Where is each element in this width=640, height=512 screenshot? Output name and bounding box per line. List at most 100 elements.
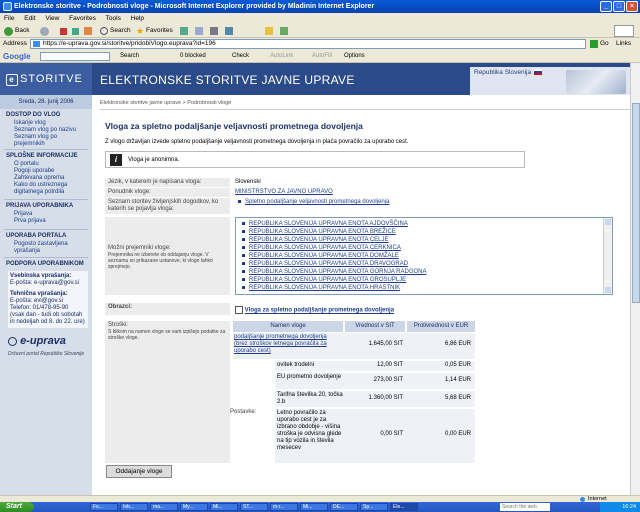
sidebar-item-first-login[interactable]: Prva prijava xyxy=(14,218,46,225)
search-icon[interactable] xyxy=(100,27,108,35)
col-header-eur: Protivrednost v EUR xyxy=(407,321,475,332)
menu-edit[interactable]: Edit xyxy=(24,15,35,22)
edit-icon[interactable] xyxy=(225,27,233,35)
mail-icon[interactable] xyxy=(195,27,203,35)
slovenia-flag-icon xyxy=(534,69,543,76)
anonymous-notice-text: Vloga je anonimna. xyxy=(128,157,180,163)
recipients-note: Prejemnika ne izberete ob oddajanju vlog… xyxy=(108,252,213,270)
minimize-button[interactable]: _ xyxy=(600,1,612,12)
sidebar-item-search[interactable]: Iskanje vlog xyxy=(14,120,46,127)
fees-label: Postavke: xyxy=(230,409,257,415)
favorites-button[interactable]: Favorites xyxy=(146,24,173,38)
menu-help[interactable]: Help xyxy=(131,15,144,22)
scroll-thumb[interactable] xyxy=(632,103,640,303)
back-arrow-icon[interactable] xyxy=(4,27,13,36)
print-icon[interactable] xyxy=(210,27,218,35)
taskbar-item[interactable]: My... xyxy=(180,503,208,511)
address-url: https://e-uprava.gov.si/storitve/pridobi… xyxy=(43,40,216,47)
page-intro: Z vlogo državljan izvede spletno podaljš… xyxy=(105,139,409,145)
page-scrollbar[interactable] xyxy=(630,63,640,495)
taskbar-item-active[interactable]: Ele... xyxy=(390,503,418,511)
folder-icon[interactable] xyxy=(265,27,273,35)
maximize-button[interactable]: □ xyxy=(613,1,625,12)
popup-blocked-count[interactable]: 0 blocked xyxy=(180,50,206,63)
cost-row-eur: 5,68 EUR xyxy=(444,395,471,401)
sidebar-item-login[interactable]: Prijava xyxy=(14,211,32,218)
start-button[interactable]: Start xyxy=(0,502,34,512)
sidebar-item-faq[interactable]: Pogosto zastavljena vprašanja xyxy=(14,241,84,255)
sidebar-item-by-recipient[interactable]: Seznam vlog po prejemnikih xyxy=(14,134,84,148)
autofill-button[interactable]: AutoFill xyxy=(312,50,332,63)
sidebar-divider xyxy=(4,257,88,258)
go-arrow-icon[interactable] xyxy=(590,40,598,48)
cost-row-purpose[interactable]: podaljšanje prometnega dovoljenja (brez … xyxy=(234,334,342,355)
sidebar-item-about[interactable]: O portalu xyxy=(14,161,39,168)
life-event-link[interactable]: Spletno podaljšanje veljavnosti prometne… xyxy=(245,199,389,205)
sidebar-heading-info: SPLOŠNE INFORMACIJE xyxy=(6,153,78,159)
recipient-item: REPUBLIKA SLOVENIJA UPRAVNA ENOTA GROSUP… xyxy=(242,277,406,283)
recipient-item: REPUBLIKA SLOVENIJA UPRAVNA ENOTA CELJE xyxy=(242,237,389,243)
home-icon[interactable] xyxy=(84,27,92,35)
anonymous-notice: i Vloga je anonimna. xyxy=(105,151,525,168)
history-icon[interactable] xyxy=(180,27,188,35)
bullet-icon xyxy=(242,229,245,233)
taskbar-item[interactable]: Fo... xyxy=(90,503,118,511)
options-button[interactable]: Options xyxy=(344,50,365,63)
address-input[interactable]: https://e-uprava.gov.si/storitve/pridobi… xyxy=(30,39,586,49)
sidebar-item-equipment[interactable]: Zahtevana oprema xyxy=(14,175,64,182)
favorites-star-icon[interactable]: ★ xyxy=(136,24,144,38)
toolbar: Back Search ★ Favorites xyxy=(0,24,640,38)
sidebar-item-certificate[interactable]: Kako do ustreznega digitalnega potrdila xyxy=(14,182,88,196)
google-search-button[interactable]: Search xyxy=(120,50,139,63)
forward-arrow-icon[interactable] xyxy=(40,27,49,36)
form-link[interactable]: Vloga za spletno podaljšanje prometnega … xyxy=(245,308,394,314)
taskbar-item[interactable]: Inb... xyxy=(120,503,148,511)
taskbar-item[interactable]: Mi... xyxy=(210,503,238,511)
provider-link[interactable]: MINISTRSTVO ZA JAVNO UPRAVO xyxy=(235,189,333,195)
scroll-down-icon[interactable] xyxy=(605,287,611,293)
support-general-mail[interactable]: E-pošta: e-uprava@gov.si xyxy=(10,280,86,287)
bullet-icon xyxy=(242,277,245,281)
cost-row-name: EU prometno dovoljenje xyxy=(277,374,342,380)
taskbar-item[interactable]: Mi... xyxy=(300,503,328,511)
recipients-scrollbar[interactable] xyxy=(603,218,612,294)
stop-icon[interactable] xyxy=(60,28,67,35)
breadcrumb[interactable]: Elektronske storitve javne uprave > Podr… xyxy=(100,100,231,106)
window-titlebar: Elektronske storitve - Podrobnosti vloge… xyxy=(0,0,640,13)
sidebar-divider xyxy=(4,149,88,150)
taskbar-item[interactable]: Sp... xyxy=(360,503,388,511)
taskbar-item[interactable]: m-r... xyxy=(270,503,298,511)
go-button[interactable]: Go xyxy=(600,38,609,50)
menu-view[interactable]: View xyxy=(45,15,59,22)
sidebar-item-terms[interactable]: Pogoji uporabe xyxy=(14,168,54,175)
back-button[interactable]: Back xyxy=(15,24,29,38)
euprava-logo[interactable]: e-uprava xyxy=(8,335,66,347)
recipient-item: REPUBLIKA SLOVENIJA UPRAVNA ENOTA AJDOVŠ… xyxy=(242,221,408,227)
site-logo[interactable]: e STORITVE xyxy=(0,63,92,95)
menu-favorites[interactable]: Favorites xyxy=(69,15,96,22)
cost-row-sit: 1.360,00 SIT xyxy=(368,395,403,401)
autolink-button[interactable]: AutoLink xyxy=(270,50,293,63)
close-button[interactable]: × xyxy=(626,1,638,12)
sidebar: Sreda, 28. junij 2006 DOSTOP DO VLOG Isk… xyxy=(0,95,92,495)
spell-check-button[interactable]: Check xyxy=(232,50,249,63)
refresh-icon[interactable] xyxy=(72,28,79,35)
menu-tools[interactable]: Tools xyxy=(106,15,121,22)
menu-file[interactable]: File xyxy=(4,15,14,22)
links-button[interactable]: Links xyxy=(616,38,631,50)
recipients-list[interactable]: REPUBLIKA SLOVENIJA UPRAVNA ENOTA AJDOVŠ… xyxy=(235,217,613,295)
messenger-icon[interactable] xyxy=(280,27,288,35)
google-search-input[interactable] xyxy=(40,52,110,61)
scroll-up-icon[interactable] xyxy=(605,219,611,225)
support-tech-mail[interactable]: E-pošta: evi@gov.si xyxy=(10,298,86,305)
search-button[interactable]: Search xyxy=(110,24,131,38)
support-tech-hours: (vsak dan - tudi ob sobotah in nedeljah … xyxy=(10,312,85,325)
taskbar-item[interactable]: ST... xyxy=(240,503,268,511)
sidebar-item-by-name[interactable]: Seznam vlog po nazivu xyxy=(14,127,76,134)
web-search-input[interactable]: Search the web xyxy=(500,503,550,511)
taskbar-item[interactable]: ma... xyxy=(150,503,178,511)
submit-application-button[interactable]: Oddajanje vloge xyxy=(106,465,172,478)
taskbar: Start Fo... Inb... ma... My... Mi... ST.… xyxy=(0,502,640,512)
taskbar-item[interactable]: DE... xyxy=(330,503,358,511)
sidebar-divider xyxy=(4,199,88,200)
